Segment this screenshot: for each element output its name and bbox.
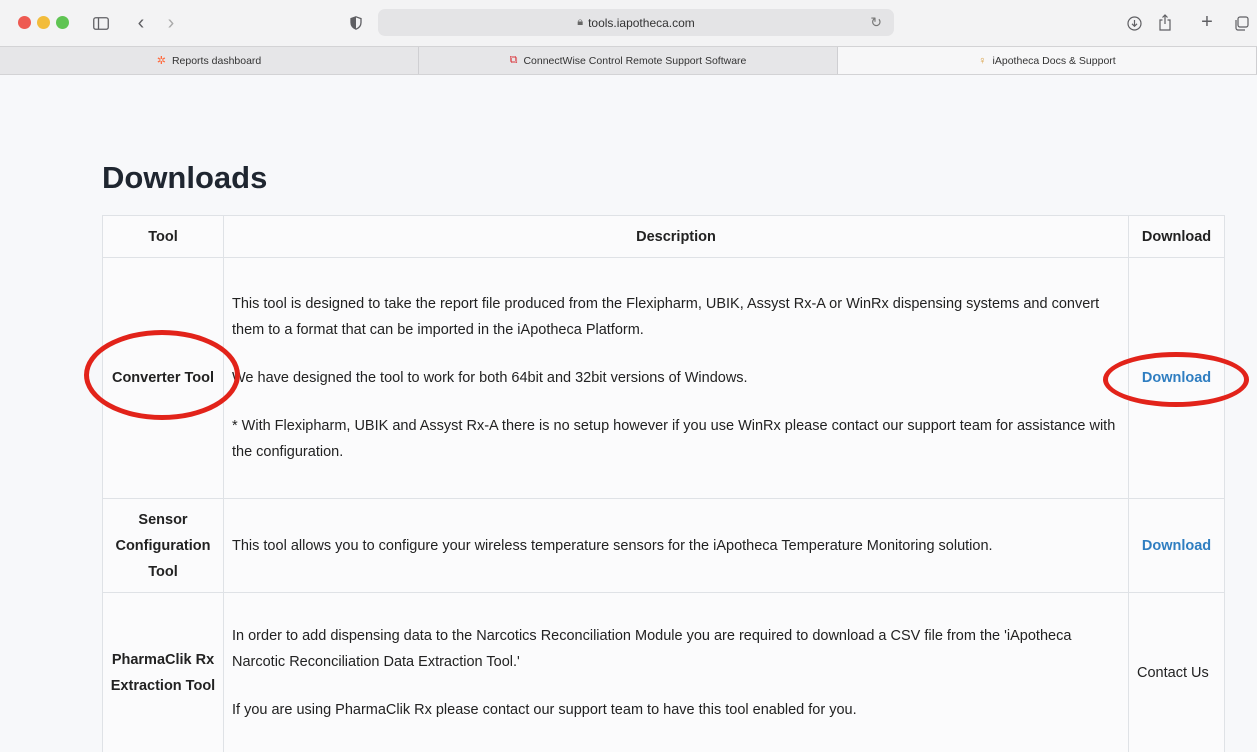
contact-cell: Contact Us <box>1128 592 1225 752</box>
page-title: Downloads <box>102 160 268 195</box>
tab-strip: ✲ Reports dashboard ⧉ ConnectWise Contro… <box>0 46 1257 75</box>
column-header-tool: Tool <box>102 215 224 258</box>
address-bar[interactable]: 🔒︎ tools.iapotheca.com ↻ <box>378 9 894 36</box>
description-paragraph: In order to add dispensing data to the N… <box>231 627 1072 670</box>
url-text: tools.iapotheca.com <box>588 15 695 30</box>
sensor-download-link[interactable]: Download <box>1142 538 1211 554</box>
browser-toolbar: ‹ › 🔒︎ tools.iapotheca.com ↻ + <box>0 0 1257 46</box>
tool-description: This tool is designed to take the report… <box>222 257 1130 499</box>
download-cell: Download <box>1128 257 1225 499</box>
converter-download-link[interactable]: Download <box>1142 370 1211 386</box>
page-content: Downloads Tool Description Download Conv… <box>0 76 1257 752</box>
description-paragraph: This tool allows you to configure your w… <box>231 537 993 554</box>
tool-name-pharmaclik: PharmaClik Rx Extraction Tool <box>102 592 224 752</box>
sidebar-icon[interactable] <box>90 12 112 34</box>
tool-name-converter: Converter Tool <box>102 257 224 499</box>
tool-description: This tool allows you to configure your w… <box>222 498 1130 593</box>
minimize-window-button[interactable] <box>37 16 50 29</box>
description-paragraph: We have designed the tool to work for bo… <box>231 370 748 386</box>
table-row: Converter Tool This tool is designed to … <box>102 257 1225 499</box>
tab-overview-icon[interactable] <box>1230 12 1252 34</box>
column-header-download: Download <box>1128 215 1225 258</box>
tool-description: In order to add dispensing data to the N… <box>222 592 1130 752</box>
hubspot-icon: ✲ <box>156 55 166 67</box>
table-header-row: Tool Description Download <box>102 215 1225 258</box>
privacy-shield-icon[interactable] <box>346 12 366 34</box>
column-header-description: Description <box>222 215 1130 258</box>
contact-us-text: Contact Us <box>1137 664 1209 681</box>
tab-reports-dashboard[interactable]: ✲ Reports dashboard <box>0 47 419 74</box>
table-row: Sensor Configuration Tool This tool allo… <box>102 498 1225 593</box>
download-cell: Download <box>1128 498 1225 593</box>
tab-connectwise[interactable]: ⧉ ConnectWise Control Remote Support Sof… <box>419 47 838 74</box>
connectwise-icon: ⧉ <box>509 54 518 66</box>
tab-label: iApotheca Docs & Support <box>992 54 1116 67</box>
tool-name-sensor: Sensor Configuration Tool <box>102 498 224 593</box>
tab-iapotheca-docs[interactable]: ♀ iApotheca Docs & Support <box>838 47 1257 74</box>
back-icon[interactable]: ‹ <box>132 12 150 34</box>
zoom-window-button[interactable] <box>56 16 69 29</box>
tab-label: Reports dashboard <box>171 54 262 67</box>
description-paragraph: This tool is designed to take the report… <box>231 296 1100 338</box>
forward-icon[interactable]: › <box>162 12 180 34</box>
downloads-table: Tool Description Download Converter Tool… <box>102 215 1225 752</box>
close-window-button[interactable] <box>18 16 31 29</box>
description-paragraph: * With Flexipharm, UBIK and Assyst Rx-A … <box>231 418 1116 460</box>
tab-label: ConnectWise Control Remote Support Softw… <box>523 54 747 67</box>
new-tab-icon[interactable]: + <box>1196 11 1218 33</box>
description-paragraph: If you are using PharmaClik Rx please co… <box>231 701 857 718</box>
reload-icon[interactable]: ↻ <box>870 14 882 31</box>
iapotheca-icon: ♀ <box>978 54 987 67</box>
downloads-icon[interactable] <box>1123 12 1145 34</box>
table-row: PharmaClik Rx Extraction Tool In order t… <box>102 592 1225 752</box>
lock-icon: 🔒︎ <box>577 16 584 28</box>
share-icon[interactable] <box>1154 11 1176 33</box>
